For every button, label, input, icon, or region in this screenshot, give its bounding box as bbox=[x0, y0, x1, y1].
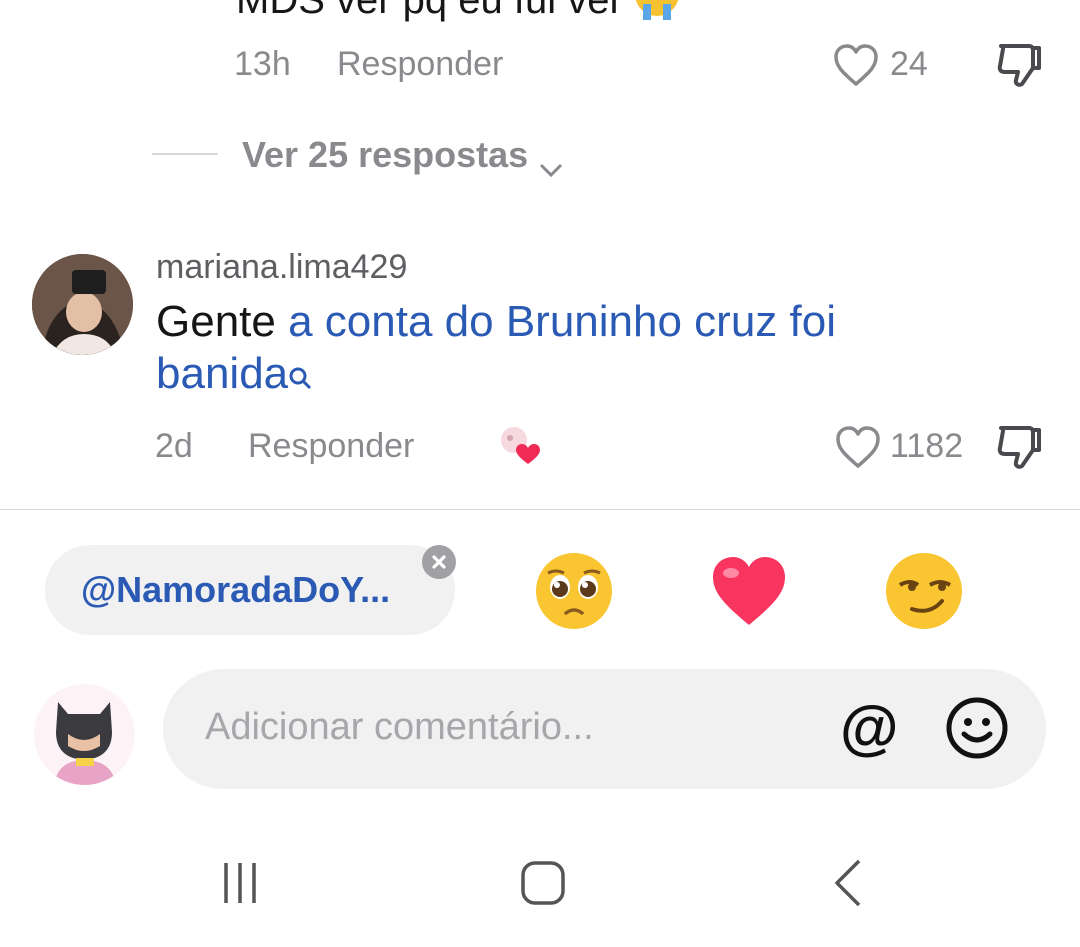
mention-button[interactable]: @ bbox=[840, 695, 902, 761]
comment-body: Gente a conta do Bruninho cruz foi banid… bbox=[156, 296, 976, 402]
comment-like-count: 1182 bbox=[890, 427, 964, 465]
creator-liked-icon bbox=[498, 424, 544, 468]
commenter-username[interactable]: mariana.lima429 bbox=[156, 248, 407, 287]
previous-comment-reply-button[interactable]: Responder bbox=[337, 45, 503, 84]
user-avatar[interactable] bbox=[34, 684, 135, 785]
chevron-down-icon bbox=[538, 147, 564, 178]
composer-divider bbox=[0, 509, 1080, 510]
previous-comment-like-count: 24 bbox=[890, 45, 928, 83]
pleading-face-emoji-button[interactable] bbox=[534, 551, 614, 631]
view-replies-label: Ver 25 respostas bbox=[242, 134, 529, 175]
home-icon[interactable] bbox=[516, 856, 570, 910]
crying-face-emoji-icon bbox=[634, 0, 680, 20]
comment-reply-button[interactable]: Responder bbox=[248, 427, 414, 466]
recent-apps-icon[interactable] bbox=[210, 858, 270, 908]
previous-comment-text-content: MDS ver pq eu fui ver bbox=[236, 0, 623, 22]
comment-text: Gente bbox=[156, 297, 289, 346]
thumbs-down-icon[interactable] bbox=[995, 40, 1045, 90]
red-heart-emoji-button[interactable] bbox=[709, 551, 789, 631]
thumbs-down-icon[interactable] bbox=[995, 422, 1045, 472]
close-icon[interactable] bbox=[422, 545, 456, 579]
smirking-face-emoji-button[interactable] bbox=[884, 551, 964, 631]
previous-comment-time: 13h bbox=[234, 45, 291, 83]
heart-icon[interactable] bbox=[832, 42, 880, 88]
mention-chip-label: @NamoradaDoY... bbox=[81, 569, 391, 610]
search-icon[interactable] bbox=[288, 350, 312, 402]
comment-time: 2d bbox=[155, 427, 193, 465]
mention-chip[interactable]: @NamoradaDoY... bbox=[45, 545, 455, 635]
previous-comment-text: MDS ver pq eu fui ver bbox=[236, 0, 680, 20]
replies-divider bbox=[152, 153, 218, 155]
back-icon[interactable] bbox=[826, 856, 870, 910]
view-replies-button[interactable]: Ver 25 respostas bbox=[242, 134, 564, 178]
comment-input-placeholder: Adicionar comentário... bbox=[205, 706, 594, 748]
commenter-avatar[interactable] bbox=[32, 254, 133, 355]
heart-icon[interactable] bbox=[834, 424, 882, 470]
emoji-picker-icon[interactable] bbox=[945, 696, 1009, 760]
